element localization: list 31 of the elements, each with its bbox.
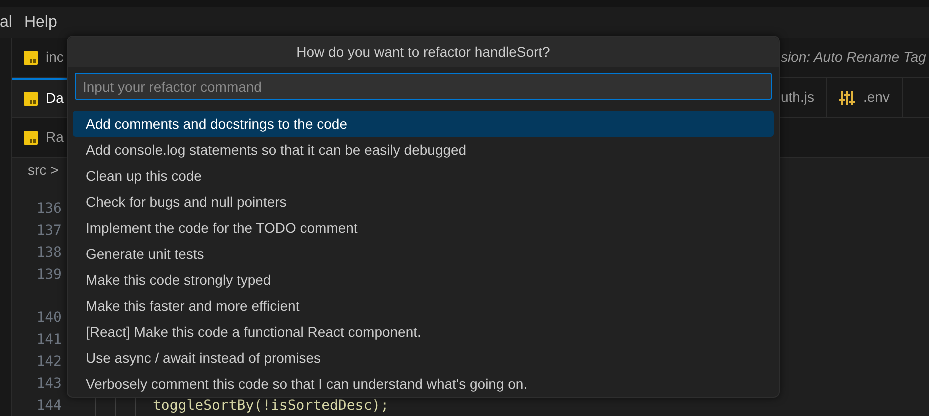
line-number: 138 — [36, 244, 62, 262]
quick-pick-title: How do you want to refactor handleSort? — [68, 37, 779, 68]
refactor-option[interactable]: Implement the code for the TODO comment — [73, 215, 774, 241]
line-number: 144 — [36, 396, 62, 416]
code-line: toggleSortBy(!isSortedDesc); — [153, 396, 390, 416]
line-number: 137 — [36, 222, 62, 240]
refactor-option[interactable]: Clean up this code — [73, 163, 774, 189]
refactor-option[interactable]: Make this code strongly typed — [73, 267, 774, 293]
line-number: 141 — [36, 330, 62, 350]
refactor-option[interactable]: Use async / await instead of promises — [73, 345, 774, 371]
breadcrumb-item[interactable]: src — [28, 160, 47, 180]
refactor-option[interactable]: Add comments and docstrings to the code — [73, 111, 774, 137]
line-number: 143 — [36, 374, 62, 394]
menu-item[interactable]: al — [0, 10, 12, 34]
refactor-option[interactable]: Generate unit tests — [73, 241, 774, 267]
line-number: 136 — [36, 200, 62, 218]
menu-item[interactable]: Help — [24, 10, 58, 34]
refactor-option[interactable]: Check for bugs and null pointers — [73, 189, 774, 215]
js-file-icon — [24, 92, 38, 106]
refactor-option[interactable]: Make this faster and more efficient — [73, 293, 774, 319]
sliders-icon — [839, 90, 856, 106]
editor-tab[interactable]: uth.js — [780, 78, 828, 117]
breadcrumb-separator: > — [50, 160, 59, 180]
refactor-input-field[interactable]: Input your refactor command — [75, 73, 772, 100]
refactor-option[interactable]: [React] Make this code a functional React component. — [73, 319, 774, 345]
line-number: 139 — [36, 266, 62, 284]
line-number: 142 — [36, 352, 62, 372]
js-file-icon — [24, 50, 38, 64]
js-file-icon — [24, 130, 38, 144]
refactor-option[interactable]: Verbosely comment this code so that I can understand what's going on. — [73, 371, 774, 397]
line-number: 140 — [36, 308, 62, 328]
